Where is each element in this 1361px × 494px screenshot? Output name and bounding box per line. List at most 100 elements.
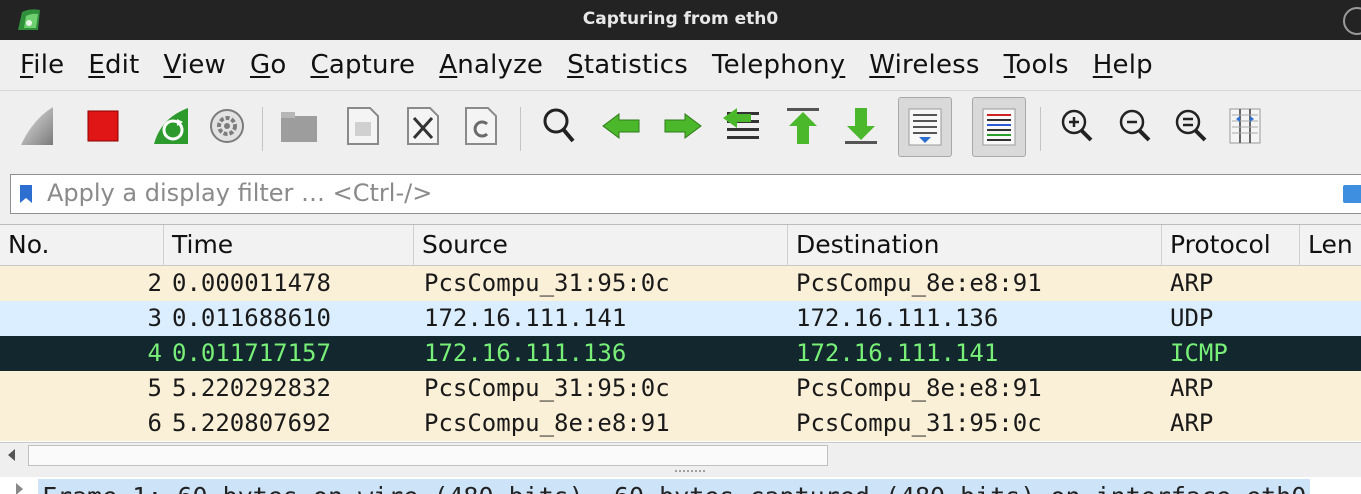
column-header-destination[interactable]: Destination — [788, 225, 1162, 265]
menu-item[interactable]: Capture — [310, 50, 415, 80]
packet-no: 6 — [147, 409, 162, 437]
packet-row[interactable]: 5 5.220292832 PcsCompu_31:95:0c PcsCompu… — [0, 371, 1361, 406]
start-capture-button[interactable] — [14, 99, 60, 153]
packet-time: 0.011688610 — [172, 304, 331, 332]
packet-protocol: ICMP — [1170, 339, 1228, 367]
packet-source: 172.16.111.136 — [424, 339, 627, 367]
menu-item[interactable]: Telephony — [712, 50, 845, 80]
packet-row[interactable]: 2 0.000011478 PcsCompu_31:95:0c PcsCompu… — [0, 266, 1361, 301]
menu-item-mnemonic: W — [869, 50, 895, 80]
packet-time: 0.000011478 — [172, 269, 331, 297]
packet-destination: PcsCompu_8e:e8:91 — [796, 269, 1042, 297]
scroll-left-icon[interactable] — [8, 449, 15, 461]
menu-item[interactable]: Tools — [1004, 50, 1069, 80]
normal-size-button[interactable] — [1168, 99, 1214, 153]
packet-protocol: UDP — [1170, 304, 1214, 332]
frame-summary-line[interactable]: Frame 1: 60 bytes on wire (480 bits), 60… — [38, 479, 1311, 494]
reload-file-button[interactable] — [458, 99, 504, 153]
splitter-grip[interactable] — [675, 470, 705, 472]
menu-item[interactable]: Statistics — [567, 50, 688, 80]
packet-details-pane: Frame 1: 60 bytes on wire (480 bits), 60… — [0, 477, 1361, 494]
menu-item-text: iew — [180, 50, 226, 80]
menu-item[interactable]: View — [163, 50, 226, 80]
colorize-button[interactable] — [972, 97, 1026, 157]
resize-columns-icon — [1229, 108, 1261, 144]
menu-item-text: apture — [328, 50, 416, 80]
scrollbar-thumb[interactable] — [28, 445, 828, 466]
packet-destination: PcsCompu_8e:e8:91 — [796, 374, 1042, 402]
display-filter-input[interactable] — [47, 178, 1287, 208]
packet-no: 4 — [147, 339, 162, 367]
bookmark-icon[interactable] — [19, 184, 33, 204]
apply-filter-arrow-icon[interactable] — [1343, 185, 1361, 203]
capture-options-button[interactable] — [204, 99, 250, 153]
go-last-packet-icon — [845, 108, 877, 144]
menu-item[interactable]: File — [20, 50, 64, 80]
menu-item[interactable]: Analyze — [439, 50, 543, 80]
column-header-no[interactable]: No. — [0, 225, 164, 265]
packet-list-horizontal-scrollbar[interactable] — [0, 442, 1361, 468]
packet-row[interactable]: 3 0.011688610 172.16.111.141 172.16.111.… — [0, 301, 1361, 336]
go-back-icon — [602, 113, 640, 139]
go-first-packet-button[interactable] — [780, 99, 826, 153]
packet-row-selected[interactable]: 4 0.011717157 172.16.111.136 172.16.111.… — [0, 336, 1361, 371]
find-packet-button[interactable] — [536, 99, 582, 153]
save-file-button[interactable] — [340, 99, 386, 153]
column-header-time[interactable]: Time — [164, 225, 414, 265]
menu-item-mnemonic: H — [1092, 50, 1113, 80]
expand-arrow-icon[interactable] — [16, 483, 23, 494]
menu-item-text: ireless — [894, 50, 980, 80]
go-first-packet-icon — [787, 108, 819, 144]
menu-item-text: elp — [1112, 50, 1153, 80]
menu-item-text: nalyze — [457, 50, 544, 80]
window-close-button[interactable] — [1343, 7, 1361, 35]
capture-options-icon — [210, 109, 244, 143]
main-toolbar — [0, 90, 1361, 167]
zoom-in-button[interactable] — [1054, 99, 1100, 153]
column-header-protocol[interactable]: Protocol — [1162, 225, 1300, 265]
pane-splitter[interactable] — [0, 467, 1361, 477]
packet-no: 2 — [147, 269, 162, 297]
stop-capture-button[interactable] — [80, 99, 126, 153]
packet-time: 5.220292832 — [172, 374, 331, 402]
go-last-packet-button[interactable] — [838, 99, 884, 153]
auto-scroll-button[interactable] — [898, 97, 952, 157]
packet-protocol: ARP — [1170, 269, 1214, 297]
packet-row[interactable]: 6 5.220807692 PcsCompu_8e:e8:91 PcsCompu… — [0, 406, 1361, 441]
menu-item[interactable]: Wireless — [869, 50, 979, 80]
zoom-out-icon — [1119, 109, 1151, 142]
menu-item-mnemonic: V — [163, 50, 181, 80]
zoom-out-button[interactable] — [1112, 99, 1158, 153]
menu-item-text: dit — [104, 50, 140, 80]
menu-bar: File Edit View Go Capture Analyze Statistics Te… — [0, 40, 1361, 90]
menu-item[interactable]: Edit — [88, 50, 139, 80]
menu-item-mnemonic: C — [310, 50, 329, 80]
close-file-button[interactable] — [400, 99, 446, 153]
column-header-length[interactable]: Len — [1300, 225, 1361, 265]
go-to-packet-button[interactable] — [718, 99, 764, 153]
menu-item-mnemonic: G — [250, 50, 271, 80]
reload-file-icon — [465, 107, 497, 145]
close-file-icon — [407, 107, 439, 145]
restart-capture-button[interactable] — [148, 99, 194, 153]
go-back-button[interactable] — [598, 99, 644, 153]
menu-item[interactable]: Go — [250, 50, 286, 80]
menu-item-text: ile — [33, 50, 65, 80]
packet-time: 0.011717157 — [172, 339, 331, 367]
packet-protocol: ARP — [1170, 374, 1214, 402]
resize-columns-button[interactable] — [1222, 99, 1268, 153]
open-file-button[interactable] — [276, 99, 322, 153]
packet-destination: 172.16.111.136 — [796, 304, 999, 332]
find-packet-icon — [543, 108, 575, 143]
column-header-source[interactable]: Source — [414, 225, 788, 265]
menu-item-text: ools — [1015, 50, 1069, 80]
packet-source: PcsCompu_31:95:0c — [424, 269, 670, 297]
zoom-in-icon — [1061, 109, 1093, 142]
open-file-icon — [281, 112, 317, 142]
packet-source: 172.16.111.141 — [424, 304, 627, 332]
shark-fin-start-icon — [21, 107, 53, 145]
go-forward-button[interactable] — [660, 99, 706, 153]
save-file-icon — [347, 107, 379, 145]
menu-item[interactable]: Help — [1093, 50, 1153, 80]
colorize-icon — [982, 108, 1016, 146]
